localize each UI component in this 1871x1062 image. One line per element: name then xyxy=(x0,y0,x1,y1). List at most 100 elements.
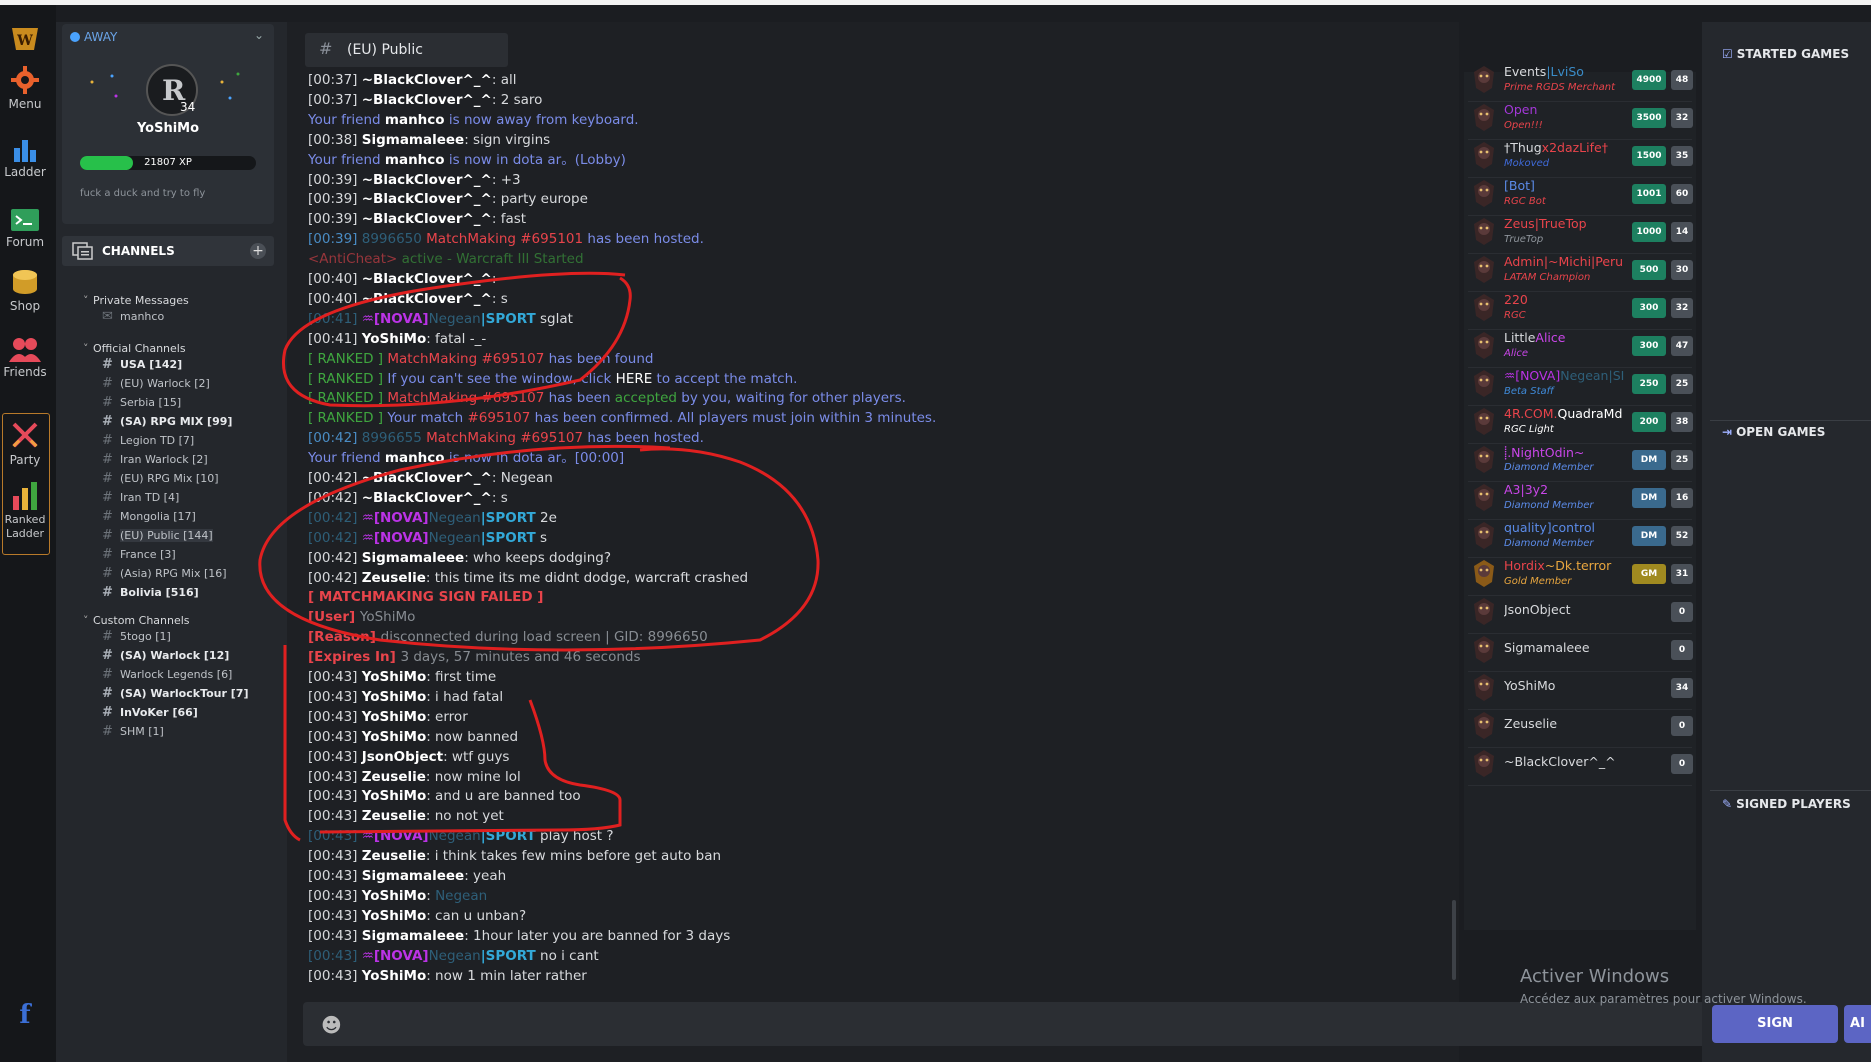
username[interactable]: ~BlackClover^_^ xyxy=(362,191,492,207)
username[interactable]: Zeuselie xyxy=(362,570,426,586)
username[interactable]: YoShiMo xyxy=(362,908,426,924)
channel-name: Warlock Legends [6] xyxy=(120,668,233,681)
secondary-button[interactable]: AI xyxy=(1844,1005,1871,1043)
channel-group-header[interactable]: ˅ Official Channels xyxy=(83,342,186,355)
username[interactable]: ~BlackClover^_^ xyxy=(362,211,492,227)
channel-item[interactable]: # (SA) WarlockTour [7] xyxy=(102,686,248,701)
status-selector[interactable]: AWAY xyxy=(70,30,117,44)
username[interactable]: YoShiMo xyxy=(362,788,426,804)
chat-line: [Reason] disconnected during load screen… xyxy=(308,627,708,647)
channel-item[interactable]: # (SA) Warlock [12] xyxy=(102,648,229,663)
username[interactable]: YoShiMo xyxy=(362,689,426,705)
message-text: : s xyxy=(491,290,508,307)
channel-item[interactable]: # SHM [1] xyxy=(102,724,164,739)
channel-item[interactable]: # USA [142] xyxy=(102,357,182,372)
channel-item[interactable]: # Bolivia [516] xyxy=(102,585,199,600)
username[interactable]: Negean xyxy=(429,828,481,844)
add-channel-button[interactable]: + xyxy=(250,243,266,259)
username[interactable]: ~BlackClover^_^ xyxy=(362,172,492,188)
match-name[interactable]: MatchMaking #695107 xyxy=(422,430,583,446)
user-name-part: 4R.COM. xyxy=(1504,406,1558,421)
username[interactable]: Sigmamaleee xyxy=(362,868,464,884)
message-text: play host ? xyxy=(535,828,614,845)
channel-item[interactable]: # (Asia) RPG Mix [16] xyxy=(102,566,227,581)
friend-name[interactable]: manhco xyxy=(385,450,445,466)
profile-motto[interactable]: fuck a duck and try to fly xyxy=(80,188,205,199)
emoji-icon[interactable]: ☻ xyxy=(321,1013,342,1037)
app-logo[interactable]: W xyxy=(0,26,50,55)
menu-nav[interactable]: Menu xyxy=(0,66,50,111)
channel-name: 5togo [1] xyxy=(120,630,171,643)
started-games-header[interactable]: ☑ STARTED GAMES xyxy=(1722,47,1849,61)
username[interactable]: Sigmamaleee xyxy=(362,928,464,944)
channel-item[interactable]: # (EU) Warlock [2] xyxy=(102,376,210,391)
username[interactable]: ~BlackClover^_^ xyxy=(362,490,492,506)
ladder-nav[interactable]: Ladder xyxy=(0,136,50,179)
channel-item[interactable]: # (EU) RPG Mix [10] xyxy=(102,471,219,486)
channel-item[interactable]: # (EU) Public [144] xyxy=(102,528,213,543)
chat-input[interactable]: ☻ xyxy=(303,1002,1853,1046)
username[interactable]: ~BlackClover^_^ xyxy=(362,271,492,287)
username[interactable]: YoShiMo xyxy=(362,669,426,685)
channel-item[interactable]: # (SA) RPG MIX [99] xyxy=(102,414,232,429)
channel-item[interactable]: #5togo [1] xyxy=(102,629,171,644)
username[interactable]: Sigmamaleee xyxy=(362,132,464,148)
username[interactable]: Sigmamaleee xyxy=(362,550,464,566)
user-name-part: 220 xyxy=(1504,292,1528,307)
friend-name[interactable]: manhco xyxy=(385,112,445,128)
username[interactable]: Zeuselie xyxy=(362,848,426,864)
timestamp: [00:37] xyxy=(308,91,362,108)
channel-group-header[interactable]: ˅ Private Messages xyxy=(83,294,189,307)
friend-name[interactable]: manhco xyxy=(385,152,445,168)
chevron-down-icon[interactable]: ⌄ xyxy=(254,28,264,42)
username[interactable]: Negean xyxy=(429,948,481,964)
match-name[interactable]: MatchMaking #695101 xyxy=(422,231,583,247)
username[interactable]: Negean xyxy=(429,530,481,546)
username[interactable]: YoShiMo xyxy=(362,729,426,745)
chat-scrollbar[interactable] xyxy=(1452,900,1456,980)
channel-item[interactable]: # France [3] xyxy=(102,547,176,562)
message-text: : yeah xyxy=(464,868,507,884)
open-games-header[interactable]: ⇥ OPEN GAMES xyxy=(1722,425,1825,439)
shop-nav[interactable]: Shop xyxy=(0,268,50,313)
user-row[interactable]: ~BlackClover^_^ 0 xyxy=(1468,742,1696,786)
channel-item[interactable]: # Mongolia [17] xyxy=(102,509,196,524)
channel-item[interactable]: # Warlock Legends [6] xyxy=(102,667,233,682)
username[interactable]: Zeuselie xyxy=(362,808,426,824)
user-subtitle: Gold Member xyxy=(1504,576,1572,587)
channel-item[interactable]: # Iran Warlock [2] xyxy=(102,452,208,467)
tab-eu-public[interactable]: # (EU) Public xyxy=(305,33,508,67)
channel-item[interactable]: # Iran TD [4] xyxy=(102,490,179,505)
username[interactable]: Zeuselie xyxy=(362,769,426,785)
channel-item[interactable]: # Serbia [15] xyxy=(102,395,181,410)
username[interactable]: YoShiMo xyxy=(362,888,426,904)
username[interactable]: Negean xyxy=(429,311,481,327)
sign-button[interactable]: SIGN xyxy=(1712,1005,1838,1043)
channel-item[interactable]: ✉ manhco xyxy=(102,309,164,324)
username[interactable]: JsonObject xyxy=(362,749,443,765)
username[interactable]: YoShiMo xyxy=(362,331,426,347)
forum-nav[interactable]: Forum xyxy=(0,208,50,249)
username[interactable]: Negean xyxy=(429,510,481,526)
message-text: : now mine lol xyxy=(425,768,521,785)
username[interactable]: ~BlackClover^_^ xyxy=(362,291,492,307)
username[interactable]: ~BlackClover^_^ xyxy=(362,72,492,88)
timestamp: [00:43] xyxy=(308,947,362,964)
user-name-part: Negean|SI xyxy=(1560,368,1625,383)
ranked-ladder-nav[interactable]: Ranked Ladder xyxy=(0,482,50,541)
channel-group-header[interactable]: ˅ Custom Channels xyxy=(83,614,190,627)
channel-item[interactable]: # InVoKer [66] xyxy=(102,705,198,720)
user-avatar-icon xyxy=(1474,674,1494,701)
username[interactable]: YoShiMo xyxy=(362,968,426,984)
accept-link[interactable]: HERE xyxy=(616,371,653,387)
friends-nav[interactable]: Friends xyxy=(0,336,50,379)
signed-players-header[interactable]: ✎ SIGNED PLAYERS xyxy=(1722,797,1851,811)
info-key: [User] xyxy=(308,609,360,626)
username[interactable]: ~BlackClover^_^ xyxy=(362,470,492,486)
party-nav[interactable]: Party xyxy=(0,420,50,467)
username[interactable]: ~BlackClover^_^ xyxy=(362,92,492,108)
facebook-icon[interactable]: f xyxy=(0,1000,50,1030)
hash-icon: # xyxy=(102,724,113,739)
username[interactable]: YoShiMo xyxy=(362,709,426,725)
channel-item[interactable]: # Legion TD [7] xyxy=(102,433,194,448)
